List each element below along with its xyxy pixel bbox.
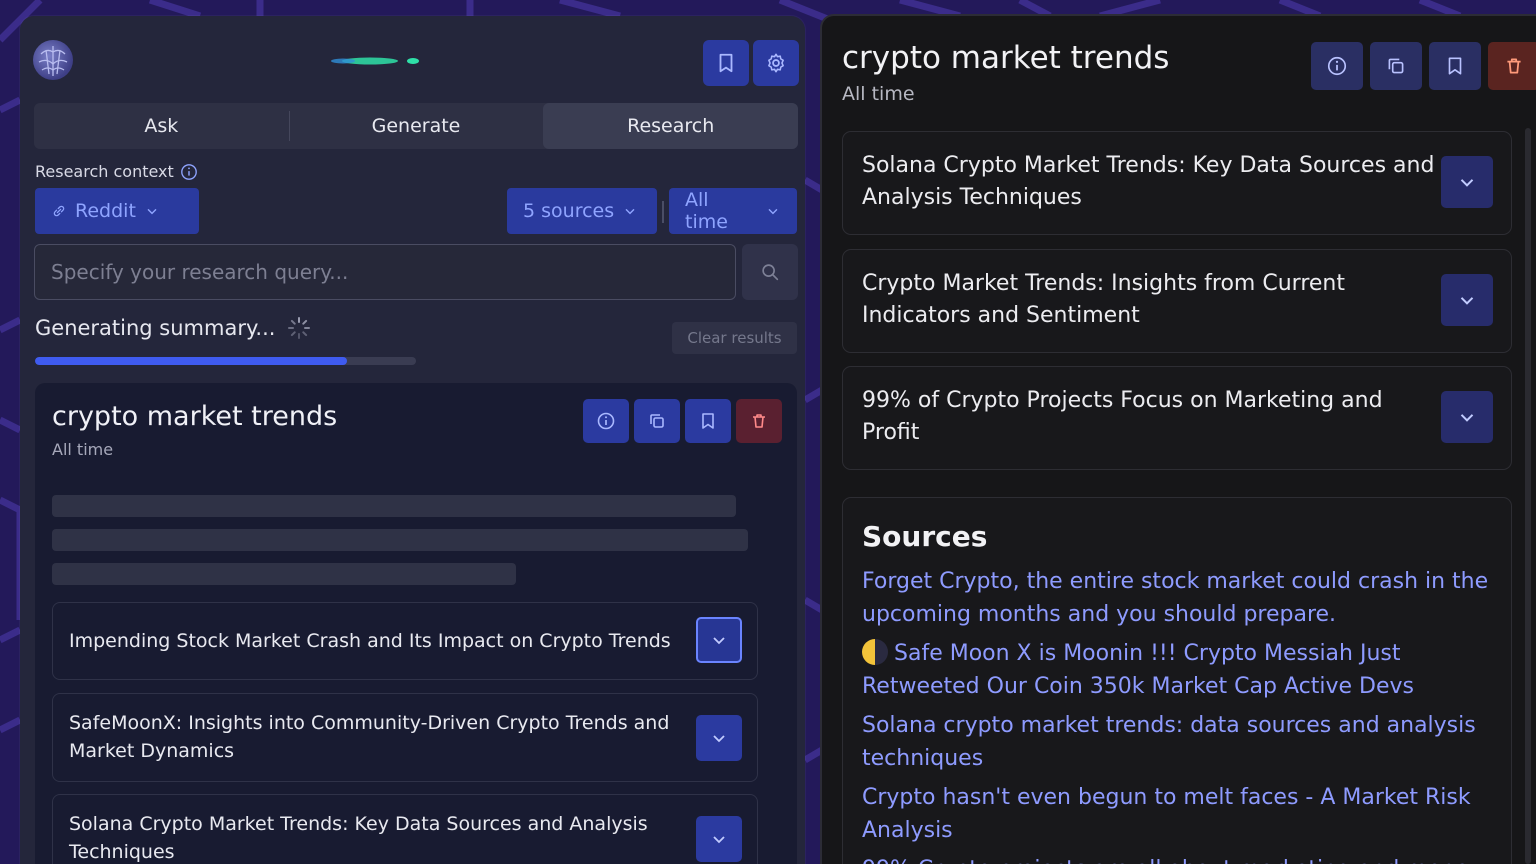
tab-generate[interactable]: Generate	[288, 103, 544, 149]
detail-title: crypto market trends	[842, 40, 1170, 76]
detail-bookmark-button[interactable]	[1429, 42, 1481, 90]
progress-bar	[35, 357, 416, 365]
source-link[interactable]: Safe Moon X is Moonin !!! Crypto Messiah…	[862, 637, 1492, 703]
expand-button[interactable]	[696, 816, 742, 862]
sources-heading: Sources	[862, 520, 988, 553]
skeleton-line	[52, 529, 748, 551]
chevron-down-icon	[625, 208, 635, 215]
search-button[interactable]	[742, 244, 798, 300]
source-link[interactable]: Solana crypto market trends: data source…	[862, 709, 1492, 775]
trash-icon	[753, 414, 765, 428]
progress-fill	[35, 357, 348, 365]
summary-accordion[interactable]: Solana Crypto Market Trends: Key Data So…	[52, 794, 758, 864]
chevron-down-icon	[1460, 179, 1474, 187]
info-icon	[1327, 56, 1347, 76]
pill-separator	[662, 201, 664, 223]
tab-research[interactable]: Research	[543, 103, 799, 149]
skeleton-line	[52, 495, 736, 517]
time-range-label: All time	[685, 189, 728, 233]
accordion-title: Impending Stock Market Crash and Its Imp…	[69, 630, 671, 652]
detail-accordion[interactable]: 99% of Crypto Projects Focus on Marketin…	[842, 366, 1512, 470]
skeleton-line	[52, 563, 516, 585]
time-range-dropdown[interactable]: All time	[669, 188, 797, 234]
settings-button[interactable]	[753, 40, 799, 86]
search-icon	[762, 264, 779, 281]
source-link[interactable]: Forget Crypto, the entire stock market c…	[862, 565, 1492, 631]
result-card: crypto market trends All time Impending …	[35, 383, 797, 864]
source-link[interactable]: Crypto hasn't even begun to melt faces -…	[862, 781, 1492, 847]
copy-icon	[1388, 58, 1404, 74]
accordion-title: Crypto Market Trends: Insights from Curr…	[862, 271, 1345, 328]
accordion-title: SafeMoonX: Insights into Community-Drive…	[69, 712, 670, 762]
scrollbar[interactable]	[1525, 128, 1531, 864]
bookmark-icon	[1448, 57, 1462, 75]
assistant-panel: Ask Generate Research Research context R…	[20, 16, 805, 864]
voice-waveform-icon	[245, 57, 525, 65]
moon-icon	[862, 639, 888, 665]
summary-accordion[interactable]: Impending Stock Market Crash and Its Imp…	[52, 602, 758, 680]
result-copy-button[interactable]	[634, 399, 680, 443]
detail-info-button[interactable]	[1311, 42, 1363, 90]
clear-results-button[interactable]: Clear results	[672, 322, 797, 354]
detail-accordion[interactable]: Crypto Market Trends: Insights from Curr…	[842, 249, 1512, 353]
result-title: crypto market trends	[52, 401, 338, 432]
mode-tabs: Ask Generate Research	[34, 103, 799, 149]
detail-accordion[interactable]: Solana Crypto Market Trends: Key Data So…	[842, 131, 1512, 235]
generation-status: Generating summary...	[35, 316, 311, 340]
research-detail-panel: crypto market trends All time Solana Cry…	[822, 16, 1536, 864]
chevron-down-icon	[1460, 297, 1474, 305]
source-type-dropdown[interactable]: Reddit	[35, 188, 199, 234]
chevron-down-icon	[713, 637, 725, 645]
chevron-down-icon	[1460, 414, 1474, 422]
chevron-down-icon	[768, 208, 778, 215]
chevron-down-icon	[713, 735, 725, 743]
accordion-title: Solana Crypto Market Trends: Key Data So…	[69, 813, 648, 863]
chevron-down-icon	[147, 208, 157, 215]
bookmark-button[interactable]	[703, 40, 749, 86]
source-link-text: Safe Moon X is Moonin !!! Crypto Messiah…	[862, 641, 1414, 699]
generation-status-text: Generating summary...	[35, 316, 276, 340]
app-logo	[33, 40, 73, 80]
result-bookmark-button[interactable]	[685, 399, 731, 443]
trash-icon	[1507, 58, 1521, 74]
tab-ask[interactable]: Ask	[34, 103, 289, 149]
result-info-button[interactable]	[583, 399, 629, 443]
link-icon	[53, 205, 65, 217]
loading-spinner-icon	[288, 317, 311, 339]
expand-button[interactable]	[1441, 274, 1493, 326]
expand-button[interactable]	[696, 715, 742, 761]
sources-card: Sources Forget Crypto, the entire stock …	[842, 497, 1512, 864]
bookmark-icon	[702, 413, 714, 429]
expand-button[interactable]	[1441, 156, 1493, 208]
research-context-label: Research context	[35, 162, 198, 181]
summary-accordion[interactable]: SafeMoonX: Insights into Community-Drive…	[52, 693, 758, 782]
chevron-down-icon	[713, 836, 725, 844]
brain-icon	[38, 46, 68, 76]
sources-count-label: 5 sources	[523, 200, 615, 222]
bookmark-icon	[719, 53, 733, 73]
detail-copy-button[interactable]	[1370, 42, 1422, 90]
accordion-title: Solana Crypto Market Trends: Key Data So…	[862, 153, 1435, 210]
source-type-label: Reddit	[75, 200, 136, 222]
detail-delete-button[interactable]	[1488, 42, 1536, 90]
gear-icon	[768, 53, 784, 73]
result-subtitle: All time	[52, 440, 114, 459]
source-link[interactable]: 99% Crypto projects are all about market…	[862, 853, 1492, 864]
result-delete-button[interactable]	[736, 399, 782, 443]
sources-count-dropdown[interactable]: 5 sources	[507, 188, 657, 234]
info-icon[interactable]	[180, 163, 198, 181]
research-context-text: Research context	[35, 162, 174, 181]
accordion-title: 99% of Crypto Projects Focus on Marketin…	[862, 388, 1383, 445]
copy-icon	[650, 414, 664, 428]
expand-button[interactable]	[696, 617, 742, 663]
expand-button[interactable]	[1441, 391, 1493, 443]
research-query-input[interactable]	[34, 244, 736, 300]
info-icon	[597, 412, 615, 430]
detail-subtitle: All time	[842, 83, 915, 105]
